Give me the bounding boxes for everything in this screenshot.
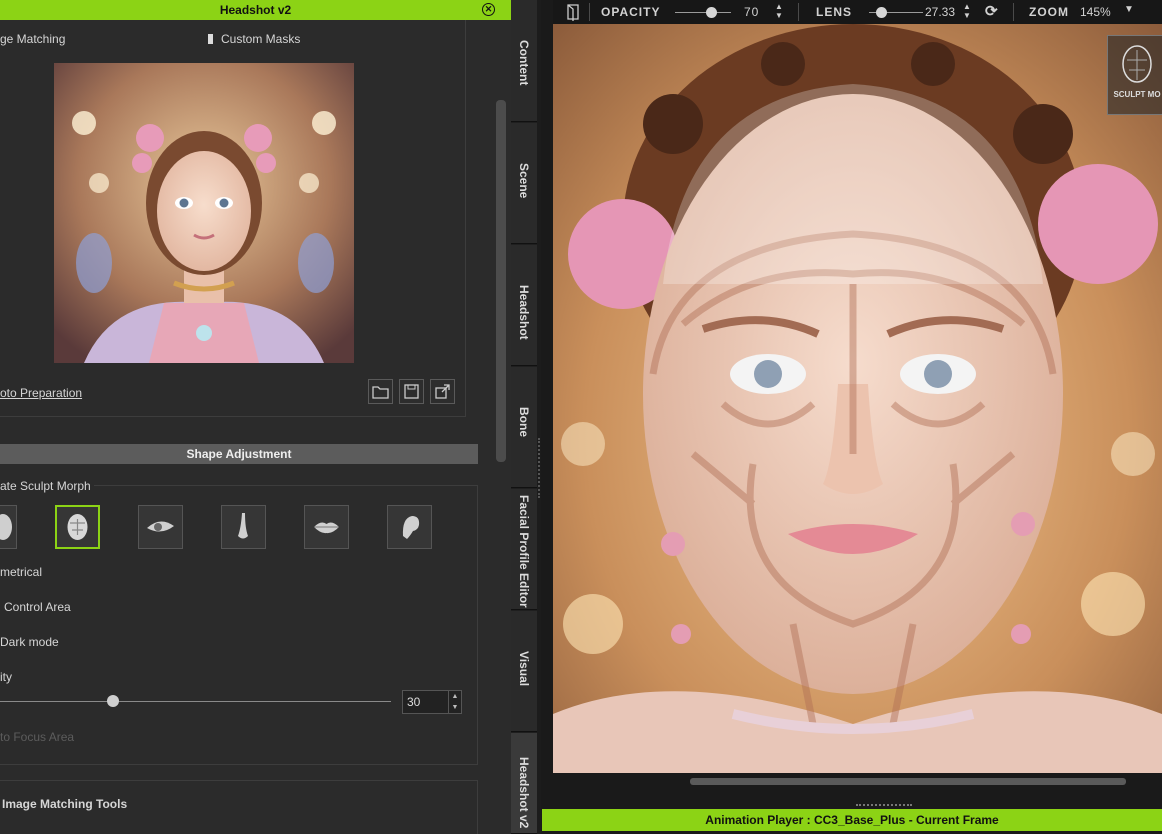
intensity-stepper[interactable]: 30 ▲ ▼ — [402, 690, 462, 714]
tab-visual-label: Visual — [517, 651, 531, 687]
sculpt-mode-label: SCULPT MO — [1113, 90, 1161, 99]
opacity-slider-handle[interactable] — [706, 7, 717, 18]
folder-icon — [372, 386, 389, 399]
focus-area-option: to Focus Area — [0, 730, 75, 744]
intensity-slider-track[interactable] — [0, 701, 391, 702]
tab-headshot-v2-label: Headshot v2 — [517, 757, 531, 829]
tab-content-label: Content — [517, 40, 531, 86]
sculpt-head-icon — [1122, 45, 1152, 83]
viewport-toolbar: OPACITY 70 ▲ ▼ LENS 27.33 ▲ ▼ ⟳ ZOOM 145% … — [553, 0, 1162, 24]
ear-part-button[interactable] — [387, 505, 432, 549]
viewport-canvas[interactable] — [553, 24, 1162, 773]
lips-part-button[interactable] — [304, 505, 349, 549]
chevron-down-icon[interactable]: ▼ — [448, 702, 461, 713]
tab-scene[interactable]: Scene — [511, 123, 537, 244]
dark-mode-option[interactable]: Dark mode — [0, 635, 59, 649]
zoom-value[interactable]: 145% — [1080, 5, 1111, 19]
image-matching-tools-header[interactable]: Image Matching Tools — [2, 797, 131, 811]
opacity-stepper-icon[interactable]: ▲ ▼ — [775, 2, 784, 20]
nose-icon — [238, 513, 248, 539]
zoom-label: ZOOM — [1029, 5, 1069, 19]
side-tab-strip: Content Scene Headshot Bone Facial Profi… — [511, 0, 537, 834]
export-button[interactable] — [430, 379, 455, 404]
face-icon — [67, 514, 88, 540]
tab-bone-label: Bone — [517, 407, 531, 437]
open-folder-button[interactable] — [368, 379, 393, 404]
save-button[interactable] — [399, 379, 424, 404]
checkbox-icon[interactable] — [208, 34, 213, 44]
lens-stepper-icon[interactable]: ▲ ▼ — [963, 2, 972, 20]
lens-slider-handle[interactable] — [876, 7, 887, 18]
opacity-value: 70 — [744, 5, 760, 19]
shape-adjustment-header[interactable]: Shape Adjustment — [0, 444, 478, 464]
toolbar-separator — [798, 3, 799, 21]
export-icon — [435, 384, 450, 399]
close-icon[interactable]: ✕ — [482, 3, 495, 16]
intensity-label: ity — [0, 670, 12, 684]
photo-preparation-link[interactable]: oto Preparation — [0, 386, 82, 400]
opacity-slider-track[interactable] — [675, 12, 731, 13]
panel-scrollbar[interactable] — [496, 100, 506, 462]
lens-label: LENS — [816, 5, 853, 19]
custom-masks-label: Custom Masks — [221, 32, 301, 46]
intensity-value: 30 — [407, 695, 421, 709]
toolbar-separator — [589, 3, 590, 21]
face-part-button[interactable] — [55, 505, 100, 549]
zoom-dropdown-icon[interactable]: ▼ — [1124, 4, 1135, 15]
reference-photo — [54, 63, 354, 363]
sculpt-mode-button[interactable]: SCULPT MO — [1107, 35, 1162, 115]
tab-headshot-label: Headshot — [517, 285, 531, 340]
eye-icon — [147, 521, 174, 532]
tab-facial-profile-editor[interactable]: Facial Profile Editor — [511, 489, 537, 610]
tab-headshot[interactable]: Headshot — [511, 245, 537, 366]
reset-icon[interactable]: ⟳ — [985, 2, 999, 20]
custom-masks-option[interactable]: Custom Masks — [208, 32, 300, 46]
head-icon — [0, 514, 12, 540]
chevron-up-icon[interactable]: ▲ — [448, 691, 461, 702]
lens-value: 27.33 — [925, 5, 956, 19]
status-splitter[interactable] — [856, 804, 912, 806]
tab-bone[interactable]: Bone — [511, 367, 537, 488]
app-root: Headshot v2 ✕ ge Matching Custom Masks o… — [0, 0, 1162, 834]
symmetrical-option[interactable]: metrical — [0, 565, 42, 579]
save-icon — [404, 384, 419, 399]
control-area-option[interactable]: Control Area — [4, 600, 71, 614]
panel-titlebar: Headshot v2 ✕ — [0, 0, 511, 20]
ear-icon — [402, 516, 420, 539]
eye-part-button[interactable] — [138, 505, 183, 549]
opacity-label: OPACITY — [601, 5, 661, 19]
image-matching-option[interactable]: ge Matching — [0, 32, 65, 46]
toolbar-separator — [1013, 3, 1014, 21]
panel-title: Headshot v2 — [219, 3, 292, 17]
nose-part-button[interactable] — [221, 505, 266, 549]
headshot-panel: Headshot v2 ✕ ge Matching Custom Masks o… — [0, 0, 511, 834]
sculpt-morph-label: ate Sculpt Morph — [0, 479, 94, 493]
tab-headshot-v2[interactable]: Headshot v2 — [511, 733, 537, 834]
tab-content[interactable]: Content — [511, 0, 537, 122]
viewport-h-scrollbar[interactable] — [690, 778, 1126, 785]
intensity-slider-handle[interactable] — [107, 695, 119, 707]
animation-player-bar[interactable]: Animation Player : CC3_Base_Plus - Curre… — [542, 809, 1162, 831]
tab-visual[interactable]: Visual — [511, 611, 537, 732]
lips-icon — [314, 522, 339, 534]
tab-facial-profile-label: Facial Profile Editor — [517, 495, 531, 608]
head-part-button[interactable] — [0, 505, 17, 549]
tab-scene-label: Scene — [517, 163, 531, 199]
view-cube-icon[interactable] — [565, 3, 581, 21]
